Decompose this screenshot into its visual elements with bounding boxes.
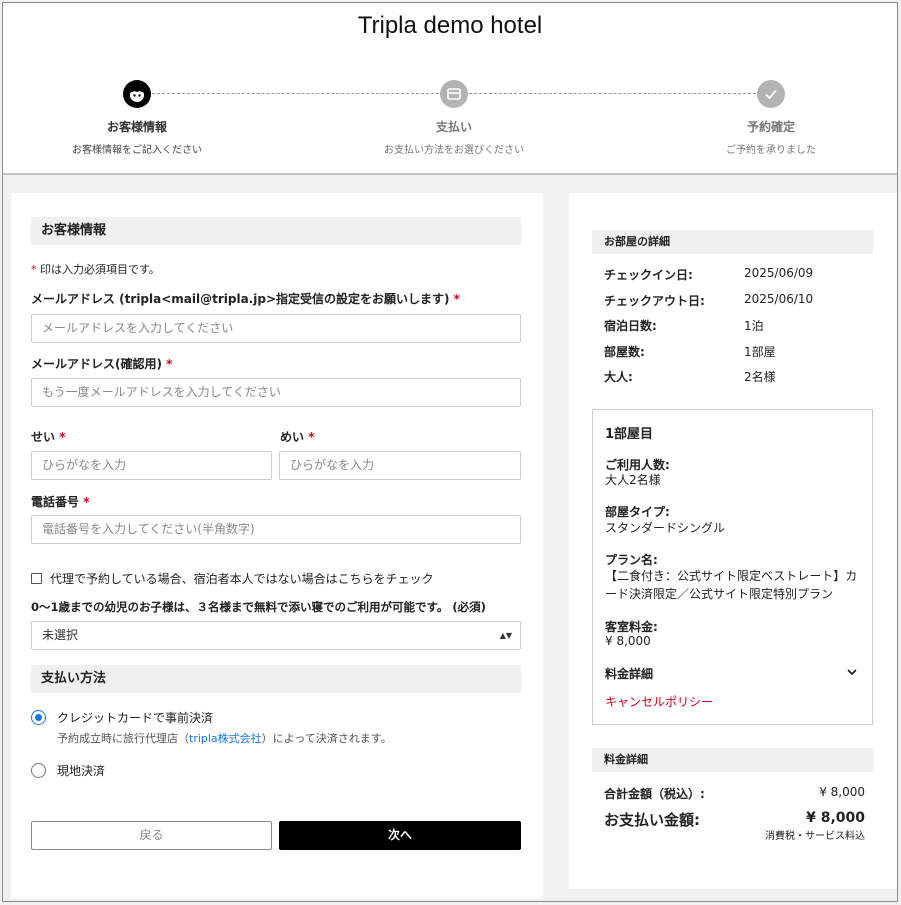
total-value: ¥ 8,000 [819,785,865,799]
checkin-value: 2025/06/09 [744,266,814,280]
phone-label: 電話番号 * [31,493,89,510]
fee-detail-toggle[interactable]: 料金詳細 [605,665,653,682]
step-title: お客様情報 [106,120,167,134]
check-icon [757,80,785,108]
nights-label: 宿泊日数: [604,319,657,333]
nights-value: 1泊 [744,319,764,333]
page-frame: Tripla demo hotel お客様情報 お客様情報をご記入ください 支払… [2,2,898,902]
checkout-label: チェックアウト日: [604,294,705,308]
adults-value: 2名様 [744,370,776,384]
card-note-prefix: 予約成立時に旅行代理店（ [57,732,189,745]
room-type-value: スタンダードシングル [605,521,726,535]
required-note-text: 印は入力必須項目です。 [40,263,160,276]
tripla-link[interactable]: tripla株式会社 [189,732,262,745]
email-label: メールアドレス (tripla<mail@tripla.jp>指定受信の設定をお… [31,290,460,307]
card-icon [440,80,468,108]
summary-panel: お部屋の詳細 チェックイン日: 2025/06/09 チェックアウト日: 202… [569,193,897,889]
required-mark: * [31,263,37,276]
rooms-label: 部屋数: [604,345,645,359]
payment-amount-value: ¥ 8,000 [806,810,865,826]
select-arrows-icon: ▲▼ [499,631,512,640]
email-confirm-label: メールアドレス(確認用) * [31,355,172,372]
required-note: * 印は入力必須項目です。 [31,261,160,277]
payment-option-onsite-label: 現地決済 [57,764,106,778]
rooms-value: 1部屋 [744,345,776,359]
guest-form-panel: お客様情報 * 印は入力必須項目です。 メールアドレス (tripla<mail… [11,193,543,899]
room-1-title: 1部屋目 [605,427,654,442]
payment-amount-label: お支払い金額: [604,811,700,829]
proxy-checkbox-row[interactable]: 代理で予約している場合、宿泊者本人ではない場合はこちらをチェック [31,570,434,587]
face-icon [123,80,151,108]
required-mark: * [59,430,66,444]
total-label: 合計金額（税込）: [604,787,705,801]
infant-select[interactable]: 未選択 ▲▼ [31,621,521,650]
required-mark: * [83,495,90,509]
adults-label: 大人: [604,370,633,384]
radio-card[interactable] [31,710,46,725]
card-note-suffix: ）によって決済されます。 [261,732,392,745]
email-field[interactable]: メールアドレスを入力してください [31,314,521,343]
price-details-title: 料金詳細 [592,748,873,772]
infant-select-value: 未選択 [42,628,79,642]
proxy-checkbox[interactable] [31,573,42,584]
email-confirm-field[interactable]: もう一度メールアドレスを入力してください [31,378,521,407]
step-subtitle: ご予約を承りました [726,145,816,156]
room-fee-value: ¥ 8,000 [605,634,651,648]
first-name-field[interactable]: ひらがなを入力 [279,451,521,480]
back-button[interactable]: 戻る [31,821,272,850]
email-label-text: メールアドレス (tripla<mail@tripla.jp>指定受信の設定をお… [31,292,450,306]
room-type-label: 部屋タイプ: [605,505,670,519]
step-confirm: 予約確定 ご予約を承りました [671,80,871,156]
phone-field[interactable]: 電話番号を入力してください(半角数字) [31,515,521,544]
header: Tripla demo hotel お客様情報 お客様情報をご記入ください 支払… [3,3,897,175]
first-name-label-text: めい [280,430,305,444]
proxy-checkbox-label: 代理で予約している場合、宿泊者本人ではない場合はこちらをチェック [50,572,434,586]
step-title: 予約確定 [746,120,795,134]
last-name-field[interactable]: ひらがなを入力 [31,451,272,480]
radio-onsite[interactable] [31,763,46,778]
step-subtitle: お客様情報をご記入ください [72,145,202,156]
last-name-label-text: せい [31,430,56,444]
step-subtitle: お支払い方法をお選びください [384,145,524,156]
payment-option-card-label: クレジットカードで事前決済 [57,711,214,725]
section-title-payment: 支払い方法 [31,665,521,693]
required-mark: * [308,430,315,444]
room-1-card: 1部屋目 ご利用人数: 大人2名様 部屋タイプ: スタンダードシングル プラン名… [592,409,873,725]
section-title-guest-info: お客様情報 [31,217,521,245]
cancel-policy-link[interactable]: キャンセルポリシー [605,693,713,710]
checkin-label: チェックイン日: [604,268,693,282]
email-confirm-label-text: メールアドレス(確認用) [31,357,162,371]
step-guest-info: お客様情報 お客様情報をご記入ください [37,80,237,156]
step-title: 支払い [435,120,472,134]
checkout-value: 2025/06/10 [744,292,814,306]
chevron-down-icon[interactable] [846,666,858,680]
plan-label: プラン名: [605,553,658,567]
step-payment: 支払い お支払い方法をお選びください [354,80,554,156]
payment-option-card[interactable]: クレジットカードで事前決済 [31,709,213,726]
tax-note: 消費税・サービス料込 [765,831,865,842]
infant-label: 0〜1歳までの幼児のお子様は、３名様まで無料で添い寝でのご利用が可能です。 (必… [31,600,486,614]
plan-value: 【二食付き：公式サイト限定ベストレート】カード決済限定／公式サイト限定特別プラン [605,569,858,601]
payment-option-onsite[interactable]: 現地決済 [31,762,105,779]
next-button[interactable]: 次へ [279,821,521,850]
required-mark: * [453,292,460,306]
room-details-title: お部屋の詳細 [592,230,873,254]
required-mark: * [166,357,173,371]
card-note: 予約成立時に旅行代理店（tripla株式会社）によって決済されます。 [57,730,392,746]
first-name-label: めい * [280,428,314,445]
phone-label-text: 電話番号 [31,495,80,509]
last-name-label: せい * [31,428,65,445]
hotel-name: Tripla demo hotel [357,12,543,39]
guests-value: 大人2名様 [605,473,661,487]
